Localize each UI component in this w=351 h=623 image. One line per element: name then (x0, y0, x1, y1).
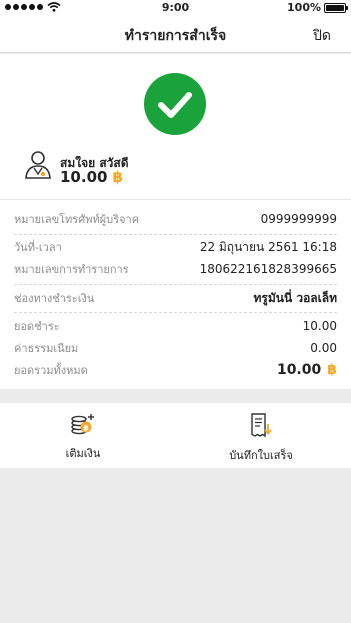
svg-text:฿: ฿ (83, 424, 89, 433)
dashed-divider (14, 234, 337, 235)
action-bar: ฿ เติมเงิน บันทึกใบเสร็จ (0, 403, 351, 468)
detail-value: 22 มิถุนายน 2561 16:18 (199, 239, 337, 254)
summary-value: 0.00 (310, 341, 337, 355)
status-bar: 9:00 100% (0, 0, 351, 16)
baht-icon: ฿ (327, 362, 337, 378)
summary-label: ค่าธรรมเนียม (14, 342, 79, 355)
detail-label: หมายเลขการทำรายการ (14, 263, 129, 276)
total-value: 10.00 (276, 362, 322, 378)
detail-label: ช่องทางชำระเงิน (14, 292, 95, 305)
summary-label: ยอดรวมทั้งหมด (14, 364, 88, 377)
close-button[interactable]: ปิด (313, 25, 331, 47)
detail-row-payment-method: ช่องทางชำระเงิน ทรูมันนี่ วอลเล็ท (14, 289, 337, 307)
battery-group: 100% (287, 1, 348, 14)
detail-label: วันที่-เวลา (14, 241, 62, 254)
topup-coins-icon: ฿ (71, 414, 94, 435)
summary-row-total: ยอดรวมทั้งหมด 10.00 ฿ (14, 361, 337, 379)
nav-bar: ทำรายการสำเร็จ ปิด (0, 16, 351, 53)
checkmark-icon (158, 92, 192, 118)
success-badge (144, 73, 206, 135)
recipient-amount: 10.00 ฿ (60, 168, 123, 186)
receipt-panel: สมใจย สวัสดี 10.00 ฿ หมายเลขโทรศัพท์ผู้บ… (0, 54, 351, 389)
save-receipt-icon (251, 413, 272, 438)
user-icon (25, 151, 51, 179)
section-gap (0, 389, 351, 403)
detail-row-transaction-id: หมายเลขการทำรายการ 180622161828399665 (14, 260, 337, 278)
summary-label: ยอดชำระ (14, 320, 60, 333)
detail-row-phone: หมายเลขโทรศัพท์ผู้บริจาค 0999999999 (14, 210, 337, 228)
total-amount: 10.00 ฿ (277, 362, 337, 378)
save-receipt-button[interactable]: บันทึกใบเสร็จ (211, 412, 311, 464)
topup-label: เติมเงิน (65, 447, 101, 460)
section-divider (0, 199, 351, 200)
save-receipt-label: บันทึกใบเสร็จ (229, 449, 293, 462)
battery-percent: 100% (287, 1, 321, 14)
summary-value: 10.00 (302, 319, 337, 333)
dashed-divider (14, 312, 337, 313)
dashed-divider (14, 284, 337, 285)
summary-row-fee: ค่าธรรมเนียม 0.00 (14, 339, 337, 357)
detail-label: หมายเลขโทรศัพท์ผู้บริจาค (14, 213, 140, 226)
detail-value: ทรูมันนี่ วอลเล็ท (253, 290, 337, 305)
battery-icon (324, 2, 348, 13)
detail-row-datetime: วันที่-เวลา 22 มิถุนายน 2561 16:18 (14, 238, 337, 256)
baht-icon: ฿ (112, 168, 123, 186)
amount-value: 10.00 (60, 168, 108, 186)
detail-value: 0999999999 (260, 212, 337, 226)
page-title: ทำรายการสำเร็จ (124, 28, 227, 44)
summary-row-paid: ยอดชำระ 10.00 (14, 317, 337, 335)
topup-button[interactable]: ฿ เติมเงิน (33, 412, 133, 462)
detail-value: 180622161828399665 (199, 262, 337, 276)
